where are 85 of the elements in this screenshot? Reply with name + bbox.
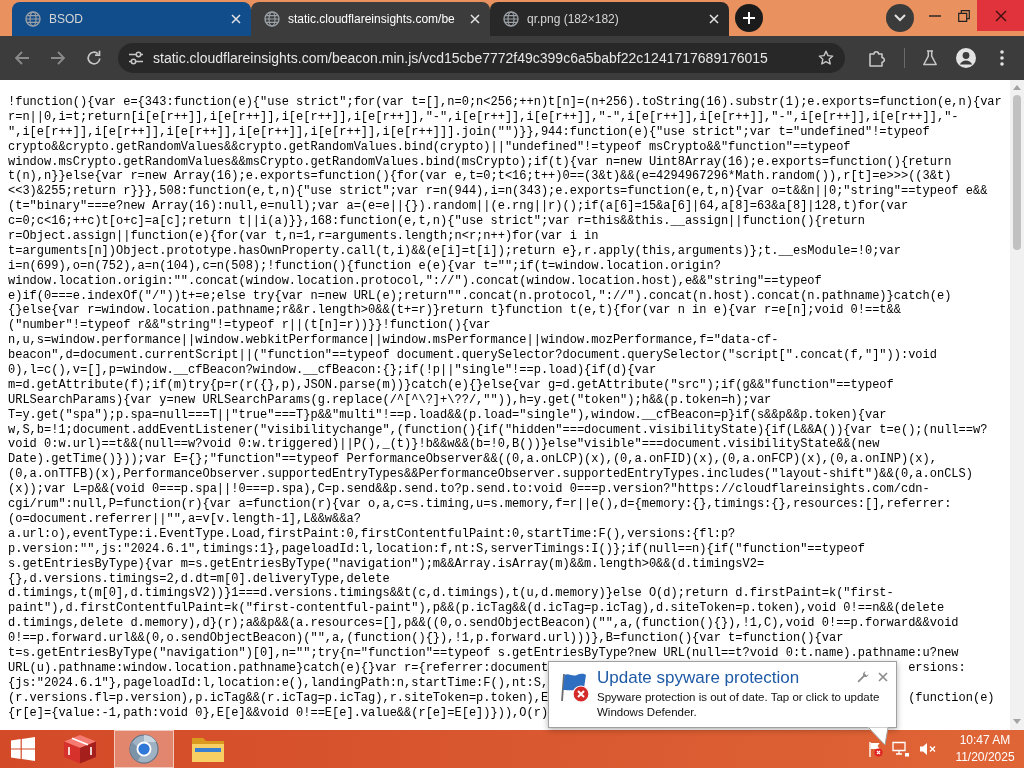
code-line: s.getEntriesByType){var m=s.getEntriesByType("navigation");m&&Array.isArray(m)&&m.length>0&&(d.timingsV2=	[8, 556, 765, 572]
code-line: r=Object.assign||function(e){for(var t,n=1,r=arguments.length;n<r;n++)for(var i in	[8, 229, 599, 244]
code-line: void 0:w.url)==t&&(null==w?void 0:w.triggered)||P(),_(t)}!b&&w&&(b=!0,B())}else"visible"===document.visibilityState&&(new	[8, 437, 880, 453]
code-line: e)if(0===e.indexOf("/"))t+=e;else try{var n=new URL(e);return"".concat(n.protocol,"://").concat(n.host).concat(n.pathname)}catch(e)	[8, 288, 952, 304]
network-icon[interactable]	[892, 741, 910, 757]
restore-icon	[958, 9, 970, 22]
star-icon[interactable]	[818, 50, 834, 66]
code-line: (x));var L=p&&(void 0===p.spa||!0===p.spa),C=p.send&&p.send.to?p.send.to:void 0===p.version?"https://cloudflareinsights.com/cdn-	[8, 482, 930, 498]
code-line: r=n||0,i=t;return[i[e[r++]],i[e[r++]],i[e[r++]],i[e[r++]],"-",i[e[r++]],i[e[r++]],"-",i[e[r++]],i[e[r++]],"-",i[e[r++]],i[e[r++]],"-	[8, 109, 959, 125]
up-arrow-icon[interactable]	[1013, 85, 1021, 90]
code-line: 0!==p.forward.url&&(0,o.sendObjectBeacon)("",a,(function(){}),!1,p.forward.url)))},B=function(){var t=function(){var	[8, 631, 844, 646]
globe-icon	[503, 11, 519, 27]
address-bar[interactable]: static.cloudflareinsights.com/beacon.min.js/vcd15cbe7772f49c399c6a5babf22c1241717689176015	[118, 43, 845, 73]
scrollbar[interactable]	[1010, 80, 1024, 730]
code-line: t(n),n}}else{var r=new Array(16);e.exports=function(){for(var e,t=0;t<16;t++)0==(3&t)&&(e=4294967296*Math.random()),r[t]=e>>>((3&t)	[8, 169, 952, 185]
flag-icon[interactable]	[867, 741, 883, 757]
code-line: {},d.versions.timings=2,d.dt=m[0].deliveryType,delete	[8, 571, 390, 587]
code-line: p.version:"",js:"2024.6.1",timings:1},pageloadId:l,location:f,nt:S,serverTimings:I()};if(null==n){if("function"==typeof	[8, 541, 865, 557]
code-line: c=0;c<16;++c)t[o+c]=a[c];return t||i(a)}},168:function(e,t,n){"use strict";var r=this&&this.__assign||function(){return	[8, 214, 865, 229]
url-text: static.cloudflareinsights.com/beacon.min.js/vcd15cbe7772f49c399c6a5babf22c1241717689176015	[153, 50, 769, 66]
flag-icon	[559, 671, 591, 703]
speaker-muted-icon[interactable]	[919, 742, 937, 756]
code-line: ("number"!=typeof r&&"string"!=typeof r||(t[n]=r))}}!function(){var	[8, 318, 491, 334]
puzzle-icon	[868, 49, 886, 67]
code-line: (r.versions.fl=p.version),p.icTag&&(r.icTag=p.icTag),r.siteToken=p.token),E	[8, 690, 549, 706]
new-tab-button[interactable]	[735, 4, 763, 32]
code-line: n,u,s=window.performance||window.webkitPerformance||window.msPerformance||window.mozPerformance,f="data-cf-	[8, 333, 779, 349]
cube-icon	[63, 734, 97, 764]
browser-tab[interactable]: qr.png (182×182)	[490, 2, 729, 36]
code-line-fragment: (function(e)	[908, 690, 995, 706]
minimize-icon	[929, 14, 941, 17]
browser-tab[interactable]: BSOD	[12, 2, 251, 36]
code-line: t=s.getEntriesByType("navigation")[0],n="";try{n="function"==typeof s.getEntriesByType?new URL(null==t?void 0:t.name).pathname:u?new	[8, 645, 959, 661]
code-line: paint"),d.firstContentfulPaint=k("first-contentful-paint"),p&&(p.icTag&&(d.icTag=p.icTag),d.siteToken=p.token),void 0!==n&&(delete	[8, 601, 945, 617]
windows-logo-icon	[11, 737, 35, 761]
code-line: i=n(699),o=n(752),a=n(104),c=n(508);!function(){function e(e){var t="";if(t=window.location.origin?	[8, 258, 721, 274]
notification-message: Spyware protection is out of date. Tap or click to update Windows Defender.	[597, 690, 881, 720]
code-line: URL(u).pathname:window.location.pathname}catch(e){}var r={referrer:document	[8, 660, 549, 676]
code-line: beacon",d=document.currentScript||("function"==typeof document.querySelector?document.querySelector("script[".concat(f,"]")):void	[8, 348, 937, 364]
notification-popup[interactable]: Update spyware protection Spyware protection is out of date. Tap or click to update Windows Defender.	[548, 661, 897, 728]
globe-icon	[25, 11, 41, 27]
reload-icon	[86, 50, 102, 66]
code-line: window.location.origin:"".concat(window.location.protocol,"://").concat(window.location.host),e&&"string"==typeof	[8, 273, 822, 289]
code-line: {}else{var r=window.location.pathname;r&&r.length>0&&(t+=r)}return t}function t(e,t){for(var n in e){var r=e[n];void 0!==t&&	[8, 303, 901, 319]
globe-icon	[264, 11, 280, 27]
plus-icon	[743, 12, 755, 24]
notification-title: Update spyware protection	[597, 668, 800, 688]
code-line: d.timings,delete d.memory),d}(r);a&&p&&(a.resources=[],p&&((0,o.sendObjectBeacon)("",a,(function(){}),!1,C),void 0!==p.forward&&void	[8, 616, 959, 632]
scrollbar-thumb[interactable]	[1013, 95, 1021, 250]
forward-arrow-icon	[50, 50, 66, 66]
wrench-icon[interactable]	[857, 671, 869, 683]
tab-search-button[interactable]	[886, 4, 914, 32]
chevron-down-icon	[894, 14, 906, 22]
menu-icon	[1000, 50, 1004, 66]
site-settings-icon[interactable]	[128, 50, 144, 66]
code-line: w,S,b=!1;document.addEventListener("visibilitychange",(function(){if("hidden"===document.visibilityState){if(L&&A()){var t=e();(null==w?	[8, 422, 988, 438]
close-icon	[994, 9, 1007, 22]
clock-time[interactable]: 10:47 AM	[959, 732, 1011, 749]
code-line: <<3)&255;return r}}},508:function(e,t,n){"use strict";var r=n(944),i=n(343);e.exports=function(e,t,n){var o=t&&n||0;"string"==typeof e&&	[8, 184, 988, 200]
code-line: cgi/rum":null,P=function(r){var a=function(r){var o,a,c=s.timing,u=s.memory,f=r||e(),d={memory:{},timings:{},resources:[],referrer:	[8, 497, 952, 512]
down-arrow-icon[interactable]	[1013, 719, 1021, 724]
person-icon	[956, 48, 976, 68]
code-line: 0),l=c(),v=[],p=window.__cfBeacon?window.__cfBeacon:{};if(!p||"single"!==p.load){if(d){var	[8, 363, 657, 378]
code-line: {r[e]={value:-1,path:void 0},E[e]&&void 0!==E[e].value&&(r[e]=E[e])})),O(r)	[8, 705, 549, 721]
flask-icon	[922, 50, 938, 66]
orb-icon	[127, 734, 161, 764]
code-line: window.msCrypto.getRandomValues&&msCrypto.getRandomValues.bind(msCrypto);if(t){var n=new Uint8Array(16);e.exports=function(){return	[8, 154, 952, 170]
code-line: d.timings,t(m[0],d.timingsV2))}1===d.versions.timings&&t(c,d.timings),t(u,d.memory)}else O(d);return d.firstPaint=k("first-	[8, 586, 894, 602]
code-line: (t="binary"===e?new Array(16):null,e=null);var a=(e=e||{}).random||(e.rng||r)();if(a[6]=15&a[6]|64,a[8]=63&a[8]|128,t)for(var	[8, 199, 909, 215]
back-arrow-icon	[14, 50, 30, 66]
code-line: a.url:o),eventType:i.EventType.Load,firstPaint:0,firstContentfulPaint:0,startTime:F(),versions:{fl:p?	[8, 526, 736, 542]
code-line: (o=document.referrer||"",a=v[v.length-1],L&&w&&a?	[8, 511, 361, 527]
code-line: {js:"2024.6.1"},pageloadId:l,location:e(),landingPath:n,startTime:F(),nt:S,	[8, 675, 549, 691]
code-line: crypto&&crypto.getRandomValues&&crypto.getRandomValues.bind(crypto)||"undefined"!=typeof msCrypto&&"function"==typeof	[8, 139, 851, 155]
code-line: ",i[e[r++]],i[e[r++]],i[e[r++]],i[e[r++]],i[e[r++]],i[e[r++]]].join("")}},944:function(e){"use strict";var t="undefined"!=typeof	[8, 124, 930, 140]
code-line: !function(){var e={343:function(e){"use strict";for(var t=[],n=0;n<256;++n)t[n]=(n+256).toString(16).substr(1);e.exports=function(e,n){var	[8, 95, 1002, 110]
code-line: m=d.getAttribute(f);if(m)try{p=r(r({},p),JSON.parse(m))}catch(e){}else{var g=d.getAttribute("src");if(g&&"function"==typeof	[8, 377, 894, 393]
code-line: (0,a.onTTFB)(x),PerformanceObserver.supportedEntryTypes&&PerformanceObserver.supportedEntryTypes.includes("layout-shift")&&(0,a.onCLS)	[8, 467, 973, 483]
taskbar-button[interactable]	[114, 730, 174, 768]
code-line: Date).getTime()}));var E={};"function"==typeof PerformanceObserver&&((0,a.onLCP)(x),(0,a.onFID)(x),(0,a.onFCP)(x),(0,a.onINP)(x),	[8, 452, 937, 468]
code-line: T=y.get("spa");p.spa=null===T||"true"===T}p&&"multi"!==p.load&&(p.load="single"),window.__cfBeacon=p}if(s&&p&&p.token){var	[8, 407, 887, 423]
code-line: URLSearchParams){var y=new URLSearchParams(g.replace(/^[^\?]+\??/,"")),h=y.get("token");h&&(p.token=h);var	[8, 392, 772, 408]
code-line: t=arguments[n])Object.prototype.hasOwnProperty.call(t,i)&&(e[i]=t[i]);return e},r.apply(this,arguments)};t.__esModule=!0;var	[8, 243, 901, 259]
code-line-fragment: ersions:	[908, 660, 966, 676]
browser-tab[interactable]: static.cloudflareinsights.com/be	[251, 2, 490, 36]
